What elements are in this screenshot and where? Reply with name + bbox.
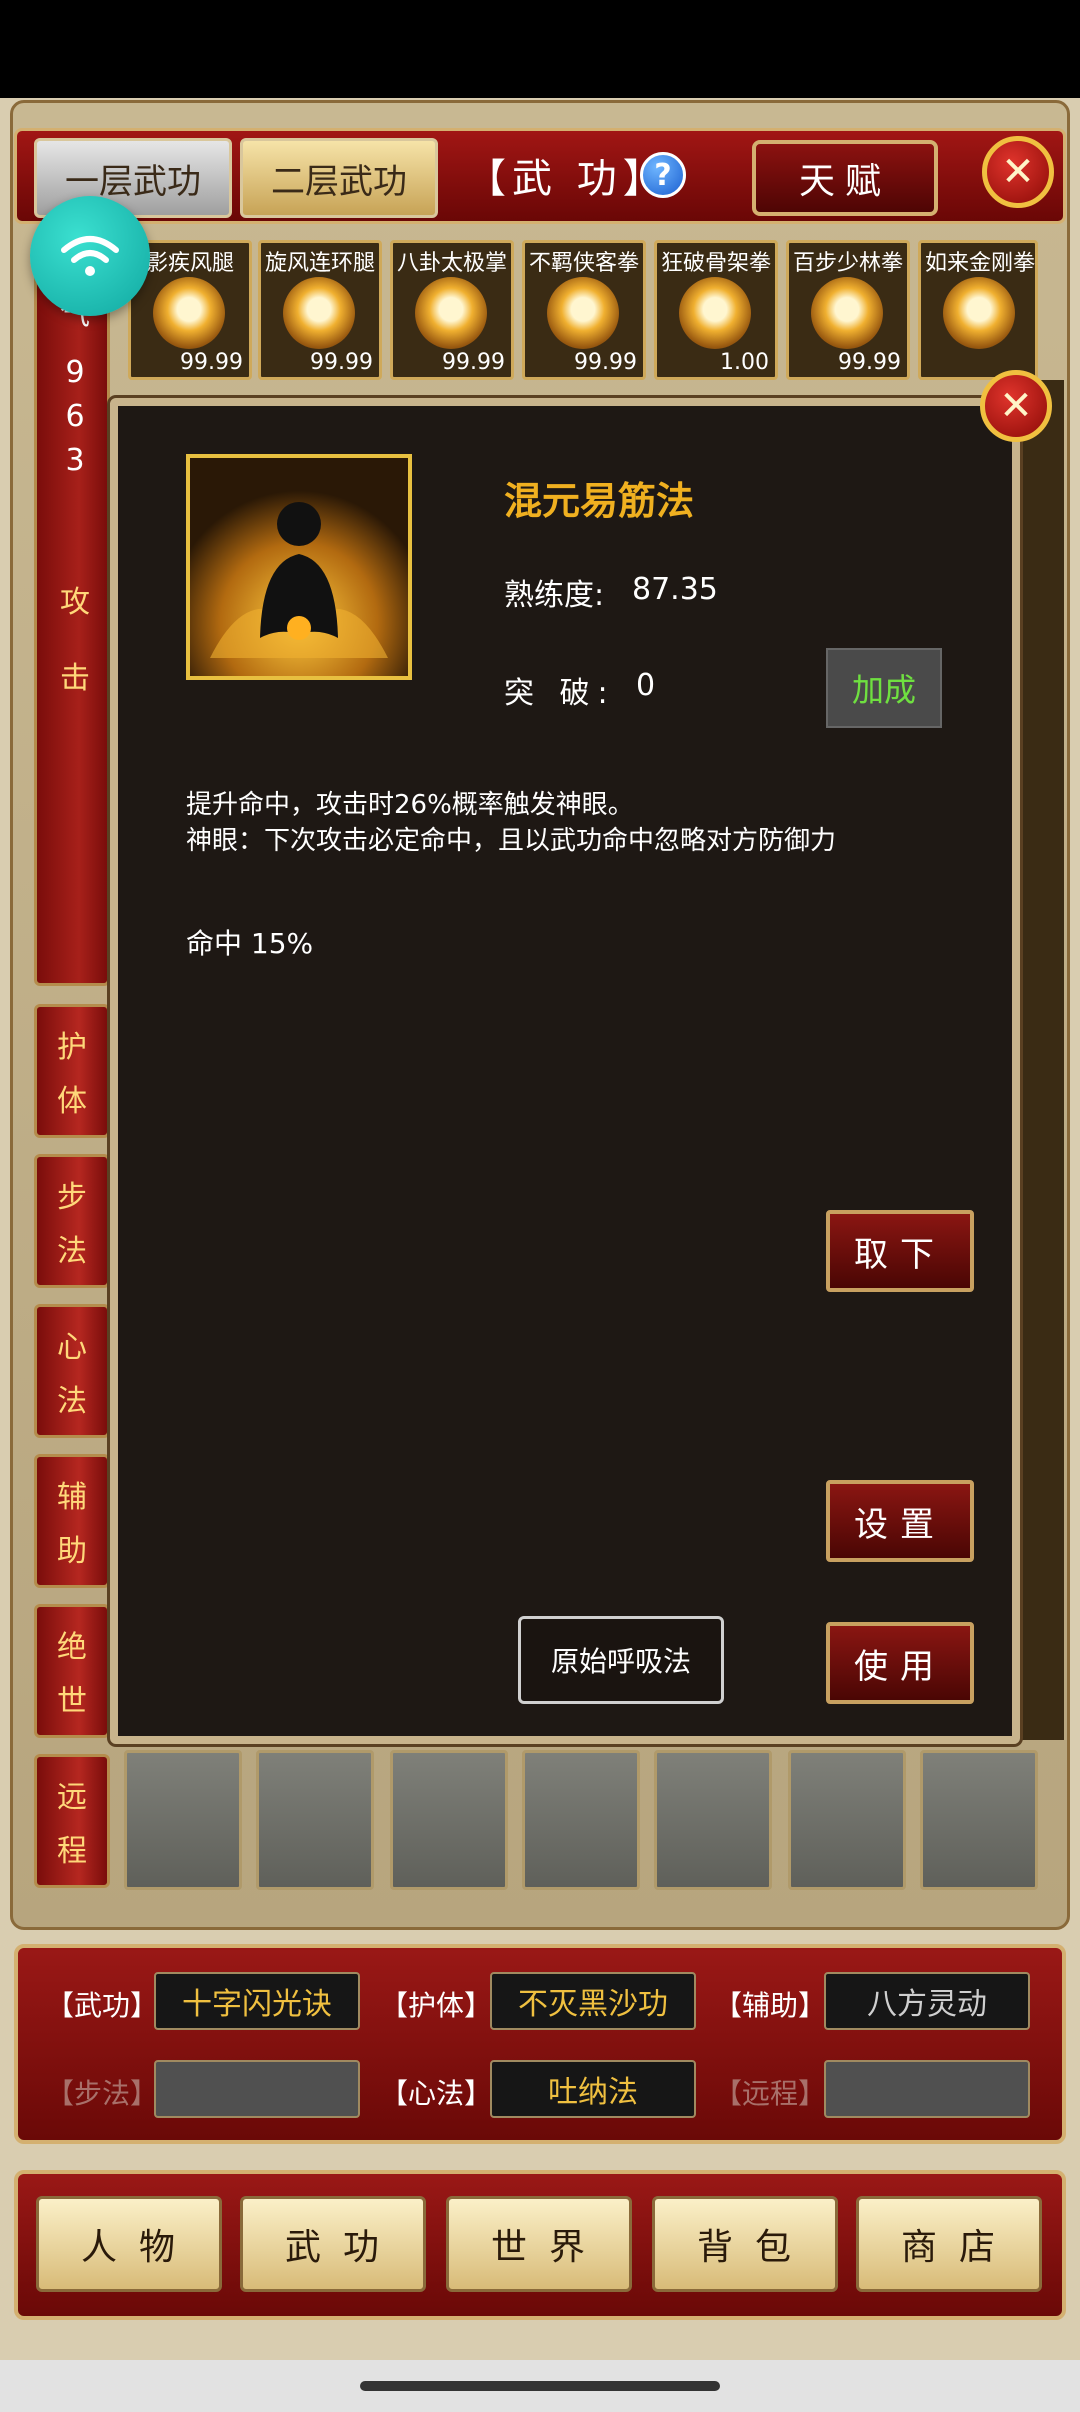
nav-martial-arts[interactable]: 武功 bbox=[240, 2196, 426, 2292]
category-char: 法 bbox=[57, 1384, 87, 1419]
close-icon[interactable]: ✕ bbox=[980, 370, 1052, 442]
skill-title: 混元易筋法 bbox=[504, 479, 695, 523]
nav-character[interactable]: 人物 bbox=[36, 2196, 222, 2292]
settings-button[interactable]: 设置 bbox=[826, 1480, 974, 1562]
talent-button[interactable]: 天赋 bbox=[752, 140, 938, 216]
attack-stat-panel[interactable]: 气 9 6 3 攻 击 bbox=[34, 236, 110, 986]
page-title: 【武 功】 bbox=[466, 156, 669, 202]
stat-digit: 3 bbox=[65, 443, 85, 478]
skill-name: 不羁侠客拳 bbox=[528, 251, 639, 276]
category-char: 步 bbox=[57, 1180, 87, 1215]
category-char: 辅 bbox=[57, 1480, 87, 1515]
skill-name: 旋风连环腿 bbox=[264, 251, 375, 276]
equip-slot-wugong[interactable]: 十字闪光诀 bbox=[154, 1972, 360, 2030]
skill-description: 提升命中，攻击时26%概率触发神眼。 bbox=[186, 790, 634, 820]
nav-backpack[interactable]: 背包 bbox=[652, 2196, 838, 2292]
bonus-button[interactable]: 加成 bbox=[826, 648, 942, 728]
status-bar bbox=[0, 0, 1080, 98]
empty-skill-slot[interactable] bbox=[390, 1750, 508, 1890]
skill-description: 神眼：下次攻击必定命中，且以武功命中忽略对方防御力 bbox=[186, 826, 837, 856]
empty-skill-slot[interactable] bbox=[788, 1750, 906, 1890]
proficiency-label: 熟练度: bbox=[504, 578, 605, 613]
category-label: 击 bbox=[60, 661, 90, 696]
category-char: 远 bbox=[57, 1780, 87, 1815]
nav-shop[interactable]: 商店 bbox=[856, 2196, 1042, 2292]
skill-value: 1.00 bbox=[720, 350, 769, 375]
fist-icon bbox=[811, 277, 883, 349]
fist-icon bbox=[153, 277, 225, 349]
skill-value: 99.99 bbox=[838, 350, 901, 375]
remove-button[interactable]: 取下 bbox=[826, 1210, 974, 1292]
empty-skill-slot[interactable] bbox=[654, 1750, 772, 1890]
empty-skill-slot[interactable] bbox=[256, 1750, 374, 1890]
hit-stat: 命中 15% bbox=[186, 927, 314, 960]
equip-label-fuzhu: 【辅助】 bbox=[714, 1989, 827, 2022]
help-icon[interactable]: ? bbox=[640, 152, 686, 198]
category-char: 助 bbox=[57, 1534, 87, 1569]
category-char: 绝 bbox=[57, 1630, 87, 1665]
equip-slot-xinfa[interactable]: 吐纳法 bbox=[490, 2060, 696, 2118]
meditating-figure-icon bbox=[190, 458, 408, 676]
category-jueshi[interactable]: 绝 世 bbox=[34, 1604, 110, 1738]
stat-digit: 9 bbox=[65, 355, 85, 390]
wifi-glyph-icon bbox=[61, 236, 119, 276]
category-char: 程 bbox=[57, 1834, 87, 1869]
category-label: 攻 bbox=[60, 585, 90, 620]
fist-icon bbox=[283, 277, 355, 349]
home-indicator[interactable] bbox=[360, 2381, 720, 2391]
skill-slot[interactable]: 八卦太极掌 99.99 bbox=[390, 240, 514, 380]
equip-label-bufa: 【步法】 bbox=[46, 2077, 159, 2110]
category-char: 法 bbox=[57, 1234, 87, 1269]
use-button[interactable]: 使用 bbox=[826, 1622, 974, 1704]
tab-second-layer[interactable]: 二层武功 bbox=[240, 138, 438, 218]
fist-icon bbox=[415, 277, 487, 349]
skill-name: 狂破骨架拳 bbox=[660, 251, 771, 276]
stat-digit: 6 bbox=[65, 399, 85, 434]
fist-icon bbox=[943, 277, 1015, 349]
proficiency-value: 87.35 bbox=[632, 572, 718, 607]
category-fuzhu[interactable]: 辅 助 bbox=[34, 1454, 110, 1588]
nav-world[interactable]: 世界 bbox=[446, 2196, 632, 2292]
category-char: 护 bbox=[57, 1030, 87, 1065]
category-huti[interactable]: 护 体 bbox=[34, 1004, 110, 1138]
skill-value: 99.99 bbox=[574, 350, 637, 375]
close-icon[interactable]: ✕ bbox=[982, 136, 1054, 208]
breakthrough-value: 0 bbox=[636, 668, 656, 703]
equip-slot-yuancheng[interactable] bbox=[824, 2060, 1030, 2118]
wifi-icon[interactable] bbox=[30, 196, 150, 316]
skill-name: 百步少林拳 bbox=[792, 251, 903, 276]
skill-slot[interactable]: 旋风连环腿 99.99 bbox=[258, 240, 382, 380]
category-char: 心 bbox=[57, 1330, 87, 1365]
category-xinfa[interactable]: 心 法 bbox=[34, 1304, 110, 1438]
equip-label-yuancheng: 【远程】 bbox=[714, 2077, 827, 2110]
skill-name: 如来金刚拳 bbox=[924, 251, 1035, 276]
skill-name: 八卦太极掌 bbox=[396, 251, 507, 276]
skill-value: 99.99 bbox=[442, 350, 505, 375]
skill-slot[interactable]: 狂破骨架拳 1.00 bbox=[654, 240, 778, 380]
equip-slot-bufa[interactable] bbox=[154, 2060, 360, 2118]
category-bufa[interactable]: 步 法 bbox=[34, 1154, 110, 1288]
skill-slot[interactable]: 百步少林拳 99.99 bbox=[786, 240, 910, 380]
breath-method-selector[interactable]: 原始呼吸法 bbox=[518, 1616, 724, 1704]
breakthrough-label: 突 破: bbox=[504, 676, 616, 711]
equip-slot-fuzhu[interactable]: 八方灵动 bbox=[824, 1972, 1030, 2030]
equip-slot-huti[interactable]: 不灭黑沙功 bbox=[490, 1972, 696, 2030]
fist-icon bbox=[679, 277, 751, 349]
equip-label-xinfa: 【心法】 bbox=[380, 2077, 493, 2110]
empty-skill-slot[interactable] bbox=[920, 1750, 1038, 1890]
fist-icon bbox=[547, 277, 619, 349]
category-yuancheng[interactable]: 远 程 bbox=[34, 1754, 110, 1888]
skill-value: 99.99 bbox=[180, 350, 243, 375]
empty-skill-slot[interactable] bbox=[124, 1750, 242, 1890]
category-char: 体 bbox=[57, 1084, 87, 1119]
category-char: 世 bbox=[57, 1684, 87, 1719]
skill-slot[interactable]: 如来金刚拳 bbox=[918, 240, 1038, 380]
skill-portrait bbox=[186, 454, 412, 680]
skill-value: 99.99 bbox=[310, 350, 373, 375]
equip-label-huti: 【护体】 bbox=[380, 1989, 493, 2022]
skill-slot[interactable]: 不羁侠客拳 99.99 bbox=[522, 240, 646, 380]
right-skill-strip bbox=[1016, 380, 1064, 1740]
empty-skill-slot[interactable] bbox=[522, 1750, 640, 1890]
equip-label-wugong: 【武功】 bbox=[46, 1989, 159, 2022]
